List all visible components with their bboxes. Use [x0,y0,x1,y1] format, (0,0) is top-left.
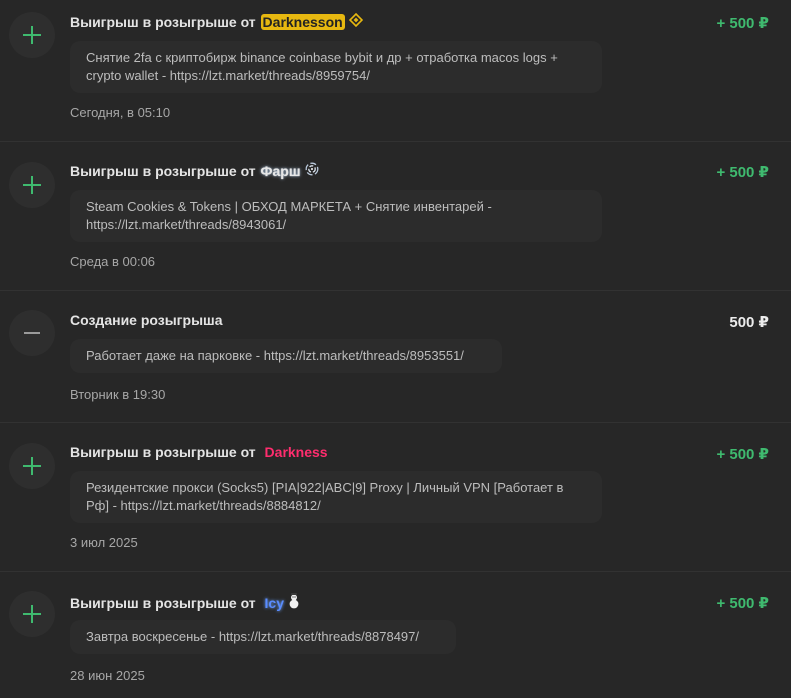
entry-description: Снятие 2fa с криптобирж binance coinbase… [70,41,602,93]
username-link[interactable]: Icy [265,595,284,611]
entry-date: Вторник в 19:30 [70,387,166,402]
entry-title-prefix: Выигрыш в розыгрыше от [70,162,260,179]
amount: + 500 ₽ [716,15,769,32]
transaction-feed: Выигрыш в розыгрыше от Darknesson + 500 … [0,0,791,698]
entry-description: Работает даже на парковке - https://lzt.… [70,339,502,373]
entry-title: Выигрыш в розыгрыше от Darkness [70,444,328,460]
entry-title-prefix: Выигрыш в розыгрыше от [70,13,260,30]
binance-diamond-icon [348,12,363,30]
entry-description: Резидентские прокси (Socks5) [PIA|922|AB… [70,471,602,523]
divider [0,422,791,423]
amount: 500 ₽ [729,314,769,331]
entry-title: Выигрыш в розыгрыше от Icy [70,593,300,612]
username-link[interactable]: Darknesson [260,13,345,30]
amount: + 500 ₽ [716,595,769,612]
swirl-icon [305,162,319,179]
divider [0,141,791,142]
entry-title-prefix: Выигрыш в розыгрыше от [70,444,260,460]
entry-date: Сегодня, в 05:10 [70,105,171,120]
entry-title: Выигрыш в розыгрыше от Darknesson [70,12,363,30]
snowman-icon [288,593,300,612]
entry-title-prefix: Выигрыш в розыгрыше от [70,594,260,611]
username-link[interactable]: Darkness [265,444,328,460]
amount: + 500 ₽ [716,164,769,181]
minus-icon [9,310,55,356]
entry-title: Выигрыш в розыгрыше от Фарш [70,162,319,179]
divider [0,571,791,572]
entry-date: Среда в 00:06 [70,254,156,269]
plus-icon [9,12,55,58]
username-link[interactable]: Фарш [261,163,301,179]
plus-icon [9,443,55,489]
entry-description: Завтра воскресенье - https://lzt.market/… [70,620,456,654]
entry-title: Создание розыгрыша [70,312,223,328]
plus-icon [9,591,55,637]
divider [0,290,791,291]
amount: + 500 ₽ [716,446,769,463]
entry-description: Steam Cookies & Tokens | ОБХОД МАРКЕТА +… [70,190,602,242]
entry-date: 3 июл 2025 [70,535,138,550]
plus-icon [9,162,55,208]
entry-date: 28 июн 2025 [70,668,145,683]
